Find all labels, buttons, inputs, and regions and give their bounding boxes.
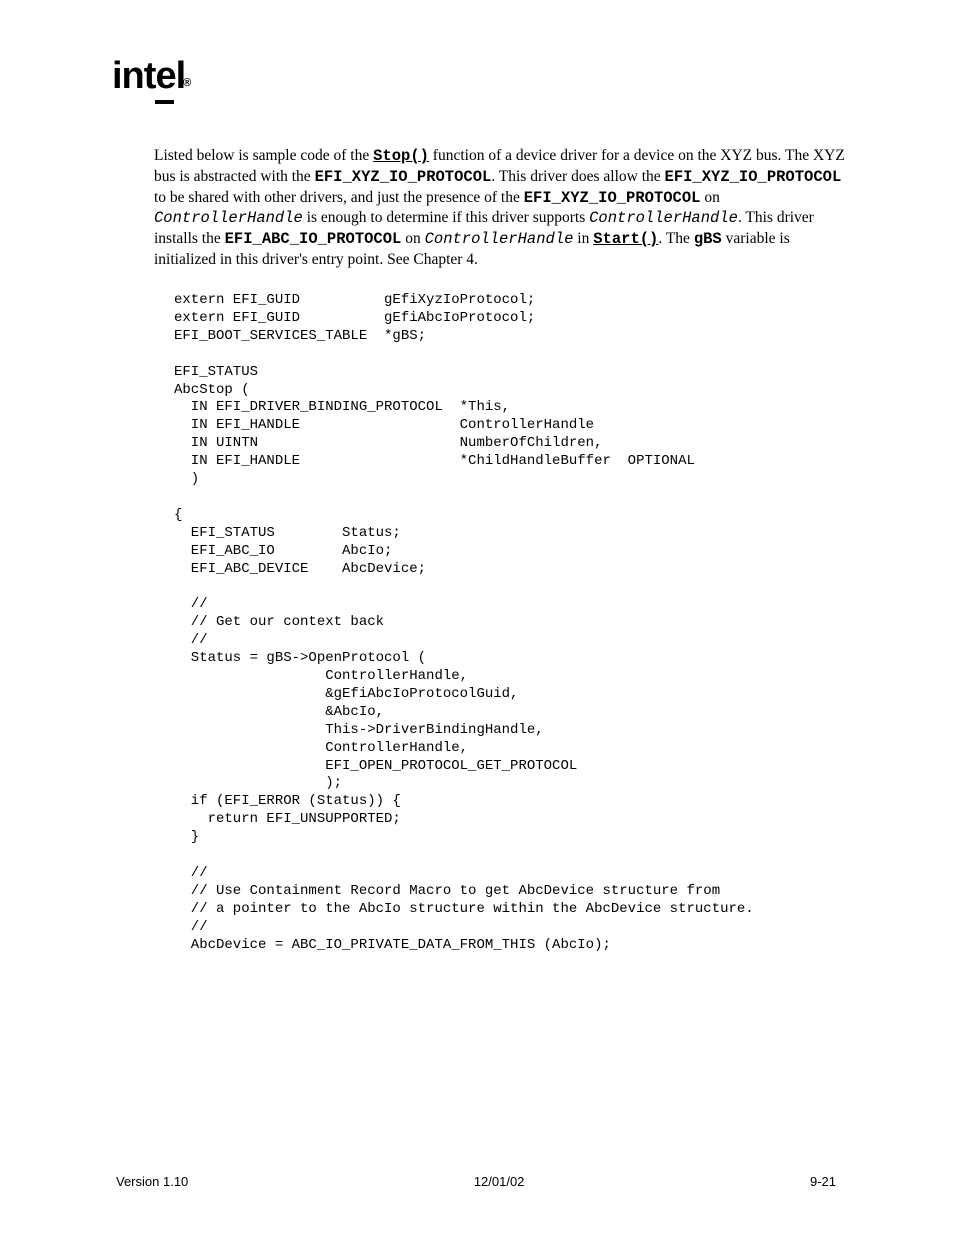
text: is enough to determine if this driver su… — [303, 209, 589, 226]
controller-handle: ControllerHandle — [589, 209, 738, 227]
page-footer: Version 1.10 12/01/02 9-21 — [116, 1174, 836, 1189]
text: Listed below is sample code of the — [154, 147, 373, 164]
controller-handle: ControllerHandle — [154, 209, 303, 227]
controller-handle: ControllerHandle — [425, 230, 574, 248]
xyz-protocol: EFI_XYZ_IO_PROTOCOL — [315, 168, 492, 186]
xyz-protocol: EFI_XYZ_IO_PROTOCOL — [665, 168, 842, 186]
footer-version: Version 1.10 — [116, 1174, 188, 1189]
gbs-variable: gBS — [694, 230, 722, 248]
code-block: extern EFI_GUID gEfiXyzIoProtocol; exter… — [174, 292, 836, 955]
text: on — [401, 230, 424, 247]
body-paragraph: Listed below is sample code of the Stop(… — [154, 146, 846, 270]
text: . The — [658, 230, 693, 247]
page: intel® Listed below is sample code of th… — [0, 0, 954, 1235]
text: . This driver does allow the — [491, 168, 664, 185]
footer-page: 9-21 — [810, 1174, 836, 1189]
text: in — [573, 230, 593, 247]
text: on — [700, 189, 719, 206]
abc-protocol: EFI_ABC_IO_PROTOCOL — [225, 230, 402, 248]
footer-date: 12/01/02 — [474, 1174, 525, 1189]
start-function: Start() — [593, 230, 658, 248]
intel-logo: intel® — [112, 55, 836, 98]
text: to be shared with other drivers, and jus… — [154, 189, 524, 206]
xyz-protocol: EFI_XYZ_IO_PROTOCOL — [524, 189, 701, 207]
stop-function: Stop() — [373, 147, 429, 165]
